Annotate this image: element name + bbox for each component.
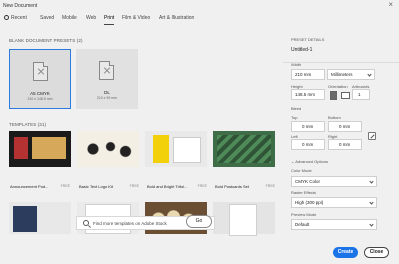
bleed-left-input[interactable]: 0 mm: [291, 139, 325, 150]
advanced-options-toggle[interactable]: ⌄ Advanced Options: [291, 159, 328, 164]
close-window-icon[interactable]: ×: [388, 1, 393, 9]
tab-recent[interactable]: Recent: [4, 15, 27, 21]
window-title: New Document: [3, 3, 38, 9]
close-button[interactable]: Close: [364, 247, 389, 258]
stock-search-text: Find more templates on Adobe Stock: [93, 221, 167, 226]
tab-print[interactable]: Print: [104, 15, 115, 25]
document-icon: [99, 61, 114, 80]
preset-details-heading: PRESET DETAILS: [291, 37, 325, 42]
portrait-orientation-icon[interactable]: [330, 91, 337, 100]
blank-presets-heading: BLANK DOCUMENT PRESETS (2): [9, 38, 83, 43]
bleed-label: Bleed: [291, 106, 302, 111]
width-label: Width: [291, 62, 302, 67]
preset-name: DL: [104, 90, 110, 95]
preview-mode-label: Preview Mode: [291, 212, 317, 217]
preset-a5-cmyk[interactable]: A5 CMYK 210 x 148.5 mm: [9, 49, 71, 109]
create-button[interactable]: Create: [333, 247, 358, 258]
template-caption[interactable]: Bold and Bright Trifol... FREE: [147, 184, 209, 192]
raster-effects-label: Raster Effects: [291, 190, 317, 195]
templates-heading: TEMPLATES (31): [9, 122, 47, 127]
tab-film-video[interactable]: Film & Video: [122, 15, 150, 21]
orientation-label: Orientation: [328, 84, 348, 89]
chevron-down-icon: [369, 179, 374, 184]
color-mode-label: Color Mode: [291, 168, 312, 173]
template-caption[interactable]: Basic Text Logo Kit FREE: [79, 184, 141, 192]
preset-details-panel: PRESET DETAILS Untitled-1 Width 210 mm M…: [283, 26, 399, 264]
free-badge: FREE: [60, 184, 70, 188]
template-thumbnail[interactable]: [145, 131, 207, 167]
preset-dimensions: 210 x 148.5 mm: [27, 97, 53, 101]
template-thumbnail[interactable]: [77, 131, 139, 167]
preset-dl[interactable]: DL 210 x 99 mm: [76, 49, 138, 109]
preset-name: A5 CMYK: [30, 91, 50, 96]
bleed-top-input[interactable]: 0 mm: [291, 121, 325, 132]
tab-web[interactable]: Web: [86, 15, 96, 21]
units-select[interactable]: Millimeters: [327, 69, 375, 80]
bleed-bottom-input[interactable]: 0 mm: [328, 121, 362, 132]
tab-art-illustration[interactable]: Art & Illustration: [159, 15, 194, 21]
document-icon: [33, 62, 48, 81]
chevron-down-icon: ⌄: [291, 159, 295, 164]
clock-icon: [4, 15, 9, 20]
category-tabs: Recent Saved Mobile Web Print Film & Vid…: [0, 12, 283, 26]
chevron-down-icon: [367, 72, 372, 77]
free-badge: FREE: [265, 184, 275, 188]
raster-effects-select[interactable]: High (300 ppi): [291, 197, 377, 208]
color-mode-select[interactable]: CMYK Color: [291, 176, 377, 187]
template-thumbnail[interactable]: [213, 202, 275, 236]
title-bar: New Document ×: [0, 0, 399, 12]
link-bleed-icon[interactable]: [368, 132, 376, 140]
top-label: Top: [291, 115, 298, 120]
free-badge: FREE: [129, 184, 139, 188]
chevron-down-icon: [369, 200, 374, 205]
document-name[interactable]: Untitled-1: [291, 47, 312, 53]
height-input[interactable]: 148.5 mm: [291, 89, 325, 100]
preview-mode-select[interactable]: Default: [291, 219, 377, 230]
search-icon: [83, 220, 89, 226]
template-thumbnail[interactable]: [213, 131, 275, 167]
preset-dimensions: 210 x 99 mm: [96, 96, 118, 100]
template-thumbnail[interactable]: [9, 131, 71, 167]
width-input[interactable]: 210 mm: [291, 69, 325, 80]
tab-saved[interactable]: Saved: [40, 15, 54, 21]
template-thumbnail[interactable]: [9, 202, 71, 234]
bleed-right-input[interactable]: 0 mm: [328, 139, 362, 150]
landscape-orientation-icon[interactable]: [341, 92, 350, 99]
go-button[interactable]: Go: [186, 215, 212, 228]
chevron-down-icon: [369, 222, 374, 227]
bottom-label: Bottom: [328, 115, 341, 120]
artboards-input[interactable]: 1: [352, 89, 370, 100]
template-caption[interactable]: Bold Postcards Set FREE: [215, 184, 277, 192]
template-caption[interactable]: Announcement Pod... FREE: [10, 184, 72, 192]
tab-mobile[interactable]: Mobile: [62, 15, 77, 21]
free-badge: FREE: [197, 184, 207, 188]
